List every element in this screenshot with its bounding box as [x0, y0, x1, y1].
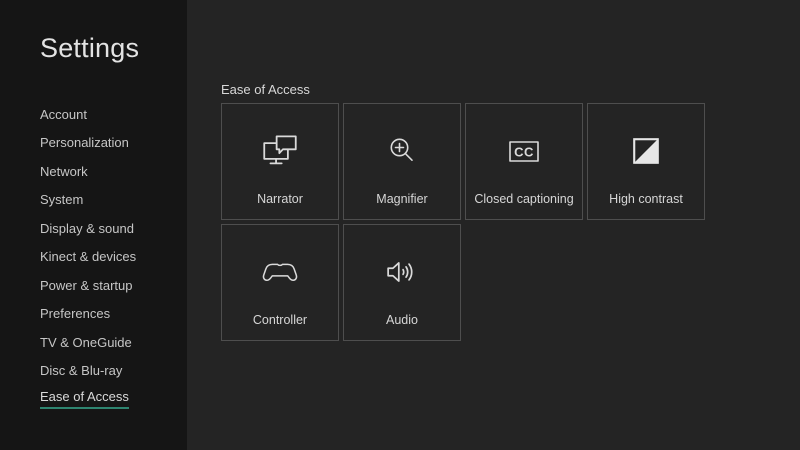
magnifier-icon — [386, 135, 418, 167]
high-contrast-icon — [632, 137, 660, 165]
sidebar-item-tv-oneguide[interactable]: TV & OneGuide — [40, 328, 136, 357]
narrator-icon — [262, 134, 298, 168]
sidebar-item-label: TV & OneGuide — [40, 335, 132, 350]
tile-controller[interactable]: Controller — [221, 224, 339, 341]
tile-narrator[interactable]: Narrator — [221, 103, 339, 220]
tile-audio[interactable]: Audio — [343, 224, 461, 341]
sidebar-item-label: Account — [40, 107, 87, 122]
sidebar-item-label: Preferences — [40, 306, 110, 321]
audio-icon — [386, 258, 418, 286]
section-title: Ease of Access — [221, 82, 310, 97]
sidebar-item-kinect-devices[interactable]: Kinect & devices — [40, 243, 136, 272]
sidebar-nav: Account Personalization Network System D… — [40, 100, 136, 414]
tile-grid: Narrator Magnifier — [221, 103, 705, 341]
sidebar-item-label: Network — [40, 164, 88, 179]
high-contrast-icon — [632, 104, 660, 192]
page-title: Settings — [40, 33, 139, 64]
sidebar-item-label: Ease of Access — [40, 389, 129, 409]
tile-closed-captioning[interactable]: CC Closed captioning — [465, 103, 583, 220]
sidebar-item-personalization[interactable]: Personalization — [40, 129, 136, 158]
tile-label: Narrator — [257, 192, 303, 219]
closed-captioning-icon: CC — [509, 141, 539, 162]
sidebar-item-display-sound[interactable]: Display & sound — [40, 214, 136, 243]
tile-label: Closed captioning — [474, 192, 573, 219]
magnifier-icon — [386, 104, 418, 192]
tile-label: Magnifier — [376, 192, 427, 219]
sidebar: Settings Account Personalization Network… — [0, 0, 187, 450]
sidebar-item-label: Display & sound — [40, 221, 134, 236]
narrator-icon — [262, 104, 298, 192]
sidebar-item-label: Disc & Blu-ray — [40, 363, 122, 378]
closed-captioning-icon: CC — [509, 104, 539, 192]
sidebar-item-account[interactable]: Account — [40, 100, 136, 129]
sidebar-item-ease-of-access[interactable]: Ease of Access — [40, 385, 136, 414]
tile-high-contrast[interactable]: High contrast — [587, 103, 705, 220]
sidebar-item-power-startup[interactable]: Power & startup — [40, 271, 136, 300]
tile-label: Controller — [253, 313, 307, 340]
controller-icon — [261, 225, 299, 313]
audio-icon — [386, 225, 418, 313]
controller-icon — [261, 260, 299, 285]
tile-label: Audio — [386, 313, 418, 340]
sidebar-item-network[interactable]: Network — [40, 157, 136, 186]
sidebar-item-disc-bluray[interactable]: Disc & Blu-ray — [40, 357, 136, 386]
sidebar-item-system[interactable]: System — [40, 186, 136, 215]
sidebar-item-label: Personalization — [40, 135, 129, 150]
settings-screen: Settings Account Personalization Network… — [0, 0, 800, 450]
tile-label: High contrast — [609, 192, 683, 219]
sidebar-item-label: Power & startup — [40, 278, 133, 293]
tile-magnifier[interactable]: Magnifier — [343, 103, 461, 220]
sidebar-item-label: Kinect & devices — [40, 249, 136, 264]
sidebar-item-preferences[interactable]: Preferences — [40, 300, 136, 329]
sidebar-item-label: System — [40, 192, 83, 207]
main-content: Ease of Access Narrator — [187, 0, 800, 450]
cc-glyph: CC — [514, 144, 534, 159]
